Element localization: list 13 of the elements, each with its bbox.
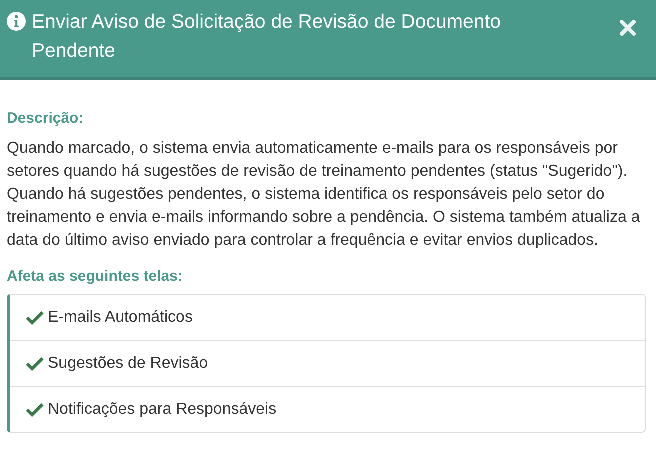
description-text: Quando marcado, o sistema envia automaticamente e-mails para os responsáveis por setores quando há sugestões de revisão de treinamento pendentes (status "Sugerido"). Quando há sugestões pendentes, o sistema identifica os responsáveis pelo setor do treinamento e envia e-mails informando sobre a pendência. O sistema também atualiza a data do último aviso enviado para controlar a frequência e evitar envios duplicados.: [7, 139, 642, 251]
list-item: E-mails Automáticos: [10, 295, 645, 340]
info-icon: [7, 12, 26, 31]
dialog-title: Enviar Aviso de Solicitação de Revisão de Documento Pendente: [32, 10, 502, 64]
check-icon: [26, 356, 44, 371]
close-icon: [618, 18, 638, 38]
check-icon: [26, 402, 44, 417]
section-label: Afeta as seguintes telas:: [7, 268, 184, 285]
check-icon: [26, 310, 44, 325]
section-label: Descrição:: [7, 110, 85, 127]
list-item: Sugestões de Revisão: [10, 340, 645, 386]
list-item: Notificações para Responsáveis: [10, 386, 645, 432]
close-button[interactable]: [618, 18, 638, 38]
